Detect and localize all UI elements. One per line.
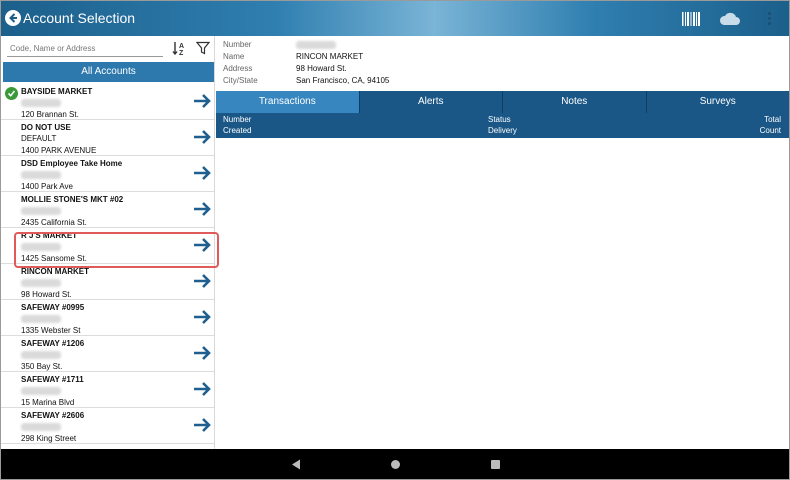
transactions-column-header: Number Created Status Delivery Total Cou… <box>216 113 789 138</box>
column-delivery: Delivery <box>488 126 517 135</box>
account-row[interactable]: SAFEWAY #2606 298 King Street <box>1 408 215 444</box>
account-name: DO NOT USE <box>21 123 71 132</box>
arrow-right-icon[interactable] <box>192 345 212 361</box>
redacted-code <box>21 423 61 431</box>
account-subtitle: DEFAULT <box>21 134 57 143</box>
account-address: 15 Marina Blvd <box>21 398 75 407</box>
redacted-number <box>296 41 336 49</box>
svg-text:Z: Z <box>179 50 184 56</box>
nav-home-icon[interactable] <box>391 460 400 469</box>
arrow-right-icon[interactable] <box>192 201 212 217</box>
arrow-right-icon[interactable] <box>192 93 212 109</box>
redacted-code <box>21 99 61 107</box>
page-title: Account Selection <box>23 10 136 26</box>
account-name: DSD Employee Take Home <box>21 159 123 168</box>
name-label: Name <box>223 52 245 61</box>
account-row[interactable]: SAFEWAY #0995 1335 Webster St <box>1 300 215 336</box>
sort-az-icon[interactable]: A Z <box>172 40 188 56</box>
tab-bar: Transactions Alerts Notes Surveys <box>216 91 789 113</box>
account-name: SAFEWAY #2606 <box>21 411 85 420</box>
redacted-code <box>21 387 61 395</box>
column-total: Total <box>764 115 781 124</box>
overflow-menu-icon[interactable] <box>768 12 772 26</box>
account-address: 1335 Webster St <box>21 326 81 335</box>
account-row[interactable]: BAYSIDE MARKET 120 Brannan St. <box>1 84 215 120</box>
redacted-code <box>21 279 61 287</box>
column-number: Number <box>223 115 252 124</box>
column-status: Status <box>488 115 511 124</box>
address-value: 98 Howard St. <box>296 64 347 73</box>
account-address: 2435 California St. <box>21 218 87 227</box>
title-bar: Account Selection <box>1 1 789 36</box>
account-name: SAFEWAY #1711 <box>21 375 84 384</box>
account-row[interactable]: RINCON MARKET 98 Howard St. <box>1 264 215 300</box>
redacted-code <box>21 171 61 179</box>
city-state-value: San Francisco, CA, 94105 <box>296 76 390 85</box>
verified-check-icon <box>5 87 18 100</box>
account-row[interactable]: SAFEWAY #1711 15 Marina Blvd <box>1 372 215 408</box>
search-input[interactable] <box>7 41 163 57</box>
account-row[interactable]: DSD Employee Take Home 1400 Park Ave <box>1 156 215 192</box>
svg-text:A: A <box>179 43 184 50</box>
account-address: 1400 Park Ave <box>21 182 73 191</box>
cloud-icon[interactable] <box>719 11 741 27</box>
tab-notes[interactable]: Notes <box>503 91 647 113</box>
address-label: Address <box>223 64 253 73</box>
city-state-label: City/State <box>223 76 258 85</box>
account-row[interactable]: SAFEWAY #1206 350 Bay St. <box>1 336 215 372</box>
account-address: 1400 PARK AVENUE <box>21 146 97 155</box>
tab-transactions[interactable]: Transactions <box>216 91 360 113</box>
selection-highlight <box>14 232 219 268</box>
android-nav-bar <box>1 449 789 479</box>
tab-surveys[interactable]: Surveys <box>647 91 790 113</box>
all-accounts-button[interactable]: All Accounts <box>3 62 214 82</box>
redacted-code <box>21 315 61 323</box>
tab-alerts[interactable]: Alerts <box>360 91 503 113</box>
account-row[interactable]: DO NOT USE DEFAULT 1400 PARK AVENUE <box>1 120 215 156</box>
account-name: RINCON MARKET <box>21 267 89 276</box>
arrow-right-icon[interactable] <box>192 273 212 289</box>
arrow-right-icon[interactable] <box>192 165 212 181</box>
arrow-right-icon[interactable] <box>192 417 212 433</box>
arrow-right-icon[interactable] <box>192 381 212 397</box>
redacted-code <box>21 351 61 359</box>
barcode-icon[interactable] <box>681 11 701 27</box>
account-row[interactable]: MOLLIE STONE'S MKT #02 2435 California S… <box>1 192 215 228</box>
name-value: RINCON MARKET <box>296 52 364 61</box>
filter-icon[interactable] <box>196 41 210 55</box>
column-created: Created <box>223 126 252 135</box>
account-address: 120 Brannan St. <box>21 110 79 119</box>
account-name: BAYSIDE MARKET <box>21 87 93 96</box>
account-detail-pane: Number Name RINCON MARKET Address 98 How… <box>216 36 789 449</box>
nav-recents-icon[interactable] <box>491 460 500 469</box>
arrow-right-icon[interactable] <box>192 129 212 145</box>
account-name: MOLLIE STONE'S MKT #02 <box>21 195 124 204</box>
account-address: 98 Howard St. <box>21 290 72 299</box>
account-name: SAFEWAY #1206 <box>21 339 85 348</box>
account-address: 298 King Street <box>21 434 77 443</box>
account-address: 350 Bay St. <box>21 362 63 371</box>
number-label: Number <box>223 40 252 49</box>
account-name: SAFEWAY #0995 <box>21 303 85 312</box>
back-arrow-icon[interactable] <box>5 10 21 26</box>
arrow-right-icon[interactable] <box>192 309 212 325</box>
nav-back-icon[interactable] <box>291 459 301 470</box>
redacted-code <box>21 207 61 215</box>
column-count: Count <box>759 126 781 135</box>
